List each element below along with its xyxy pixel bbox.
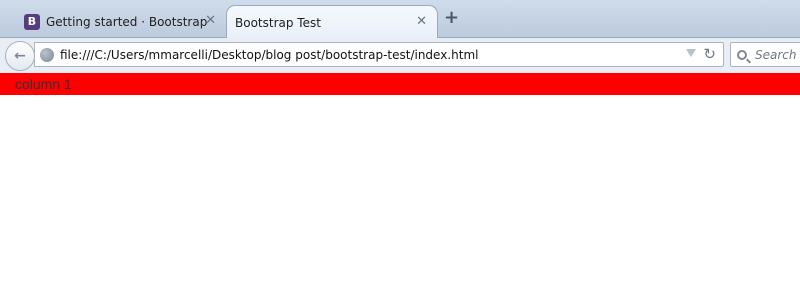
url-text[interactable]: file:///C:/Users/mmarcelli/Desktop/blog … bbox=[60, 48, 478, 62]
column-label: column 1 bbox=[15, 76, 72, 92]
bootstrap-logo-icon: B bbox=[24, 13, 40, 30]
globe-icon bbox=[40, 47, 54, 62]
search-placeholder: Search bbox=[755, 47, 797, 62]
tab-bootstrap-test[interactable]: Bootstrap Test ✕ bbox=[226, 5, 438, 39]
history-dropdown-icon[interactable] bbox=[686, 49, 696, 57]
search-icon bbox=[737, 49, 747, 60]
tab-getting-started[interactable]: B Getting started · Bootstrap ✕ bbox=[14, 5, 226, 38]
tab-strip: B Getting started · Bootstrap ✕ Bootstra… bbox=[0, 0, 800, 39]
close-icon[interactable]: ✕ bbox=[205, 14, 216, 28]
back-button[interactable]: ← bbox=[5, 41, 35, 71]
tab-label: Bootstrap Test bbox=[235, 15, 321, 30]
new-tab-icon[interactable]: + bbox=[444, 9, 459, 27]
address-bar[interactable]: file:///C:/Users/mmarcelli/Desktop/blog … bbox=[34, 42, 724, 67]
navigation-bar: file:///C:/Users/mmarcelli/Desktop/blog … bbox=[0, 38, 800, 73]
tab-label: Getting started · Bootstrap bbox=[46, 14, 208, 29]
close-icon[interactable]: ✕ bbox=[416, 15, 427, 29]
search-bar[interactable]: Search bbox=[730, 42, 800, 67]
arrow-left-icon: ← bbox=[14, 48, 26, 64]
red-row: column 1 bbox=[0, 73, 800, 95]
page-content: column 1 bbox=[0, 73, 800, 300]
reload-icon[interactable]: ↻ bbox=[703, 46, 716, 62]
